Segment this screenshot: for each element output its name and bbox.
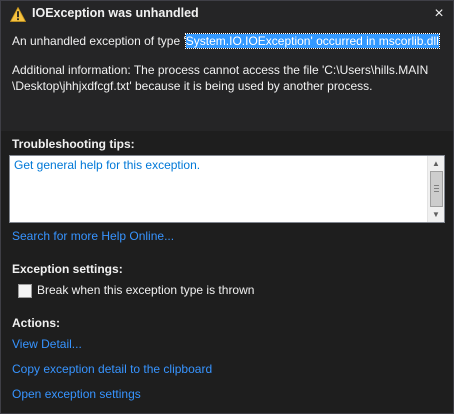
details-panel: Troubleshooting tips: Get general help f…: [1, 131, 453, 413]
break-on-exception-label[interactable]: Break when this exception type is thrown: [37, 283, 254, 297]
grip-line: [434, 191, 439, 192]
exception-message: An unhandled exception of type 'System.I…: [12, 33, 444, 49]
dialog-titlebar: IOException was unhandled ×: [1, 1, 453, 29]
additional-information: Additional information: The process cann…: [12, 62, 444, 94]
exception-dialog: IOException was unhandled × An unhandled…: [0, 0, 454, 414]
message-prefix: An unhandled exception of type ': [12, 34, 186, 48]
info-line-1: Additional information: The process cann…: [12, 63, 429, 77]
exception-settings-heading: Exception settings:: [12, 262, 123, 276]
copy-exception-detail-link[interactable]: Copy exception detail to the clipboard: [12, 362, 212, 376]
open-exception-settings-link[interactable]: Open exception settings: [12, 387, 141, 401]
break-on-exception-checkbox[interactable]: [18, 284, 32, 298]
message-highlight[interactable]: System.IO.IOException' occurred in mscor…: [184, 33, 440, 49]
tips-scrollbar[interactable]: ▲ ▼: [427, 156, 444, 222]
general-help-link[interactable]: Get general help for this exception.: [14, 158, 200, 172]
scroll-up-icon[interactable]: ▲: [428, 156, 444, 171]
warning-icon: [10, 7, 26, 22]
view-detail-link[interactable]: View Detail...: [12, 337, 82, 351]
grip-line: [434, 185, 439, 186]
dialog-title: IOException was unhandled: [32, 6, 199, 20]
actions-heading: Actions:: [12, 316, 60, 330]
close-icon[interactable]: ×: [429, 4, 449, 24]
grip-line: [434, 188, 439, 189]
search-help-online-link[interactable]: Search for more Help Online...: [12, 229, 174, 243]
scroll-thumb[interactable]: [430, 171, 443, 207]
info-line-2: \Desktop\jhhjxdfcgf.txt' because it is b…: [12, 79, 373, 93]
troubleshooting-tips-box[interactable]: Get general help for this exception. ▲ ▼: [9, 155, 445, 223]
troubleshooting-heading: Troubleshooting tips:: [12, 137, 135, 151]
scroll-down-icon[interactable]: ▼: [428, 207, 444, 222]
